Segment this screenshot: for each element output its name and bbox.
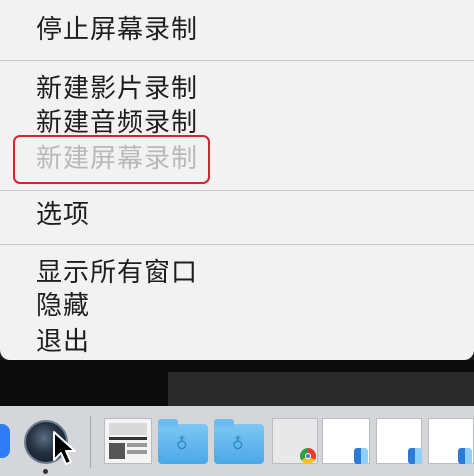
finder-icon: [458, 448, 472, 464]
menu-item-show-all-windows[interactable]: 显示所有窗口: [36, 257, 198, 289]
desktop-window-edge: [168, 372, 474, 406]
menu-item-quit[interactable]: 退出: [36, 326, 90, 358]
finder-icon: [408, 448, 422, 464]
menu-item-new-movie-recording[interactable]: 新建影片录制: [36, 73, 198, 105]
menu-item-hide[interactable]: 隐藏: [36, 290, 90, 322]
lightbulb-icon: ♁: [232, 434, 244, 453]
menu-separator: [0, 244, 474, 245]
cursor-icon: [53, 431, 76, 465]
document-preview-icon: [109, 423, 147, 459]
menu-separator: [0, 190, 474, 191]
context-menu: 停止屏幕录制 新建影片录制 新建音频录制 新建屏幕录制 选项 显示所有窗口 隐藏…: [0, 0, 474, 360]
folder-icon[interactable]: ♁: [214, 419, 264, 464]
finder-icon: [354, 448, 368, 464]
menu-separator: [0, 60, 474, 61]
menu-item-stop-screen-recording[interactable]: 停止屏幕录制: [36, 14, 198, 46]
folder-icon[interactable]: ♁: [158, 419, 208, 464]
app-icon[interactable]: [0, 424, 10, 458]
menu-item-options[interactable]: 选项: [36, 199, 90, 231]
lightbulb-icon: ♁: [176, 434, 188, 453]
running-indicator-dot: [43, 469, 48, 474]
dock-separator: [90, 416, 91, 468]
highlight-annotation-box: [13, 135, 210, 184]
recent-document-thumbnail[interactable]: [104, 418, 152, 464]
chrome-icon: [300, 448, 316, 464]
